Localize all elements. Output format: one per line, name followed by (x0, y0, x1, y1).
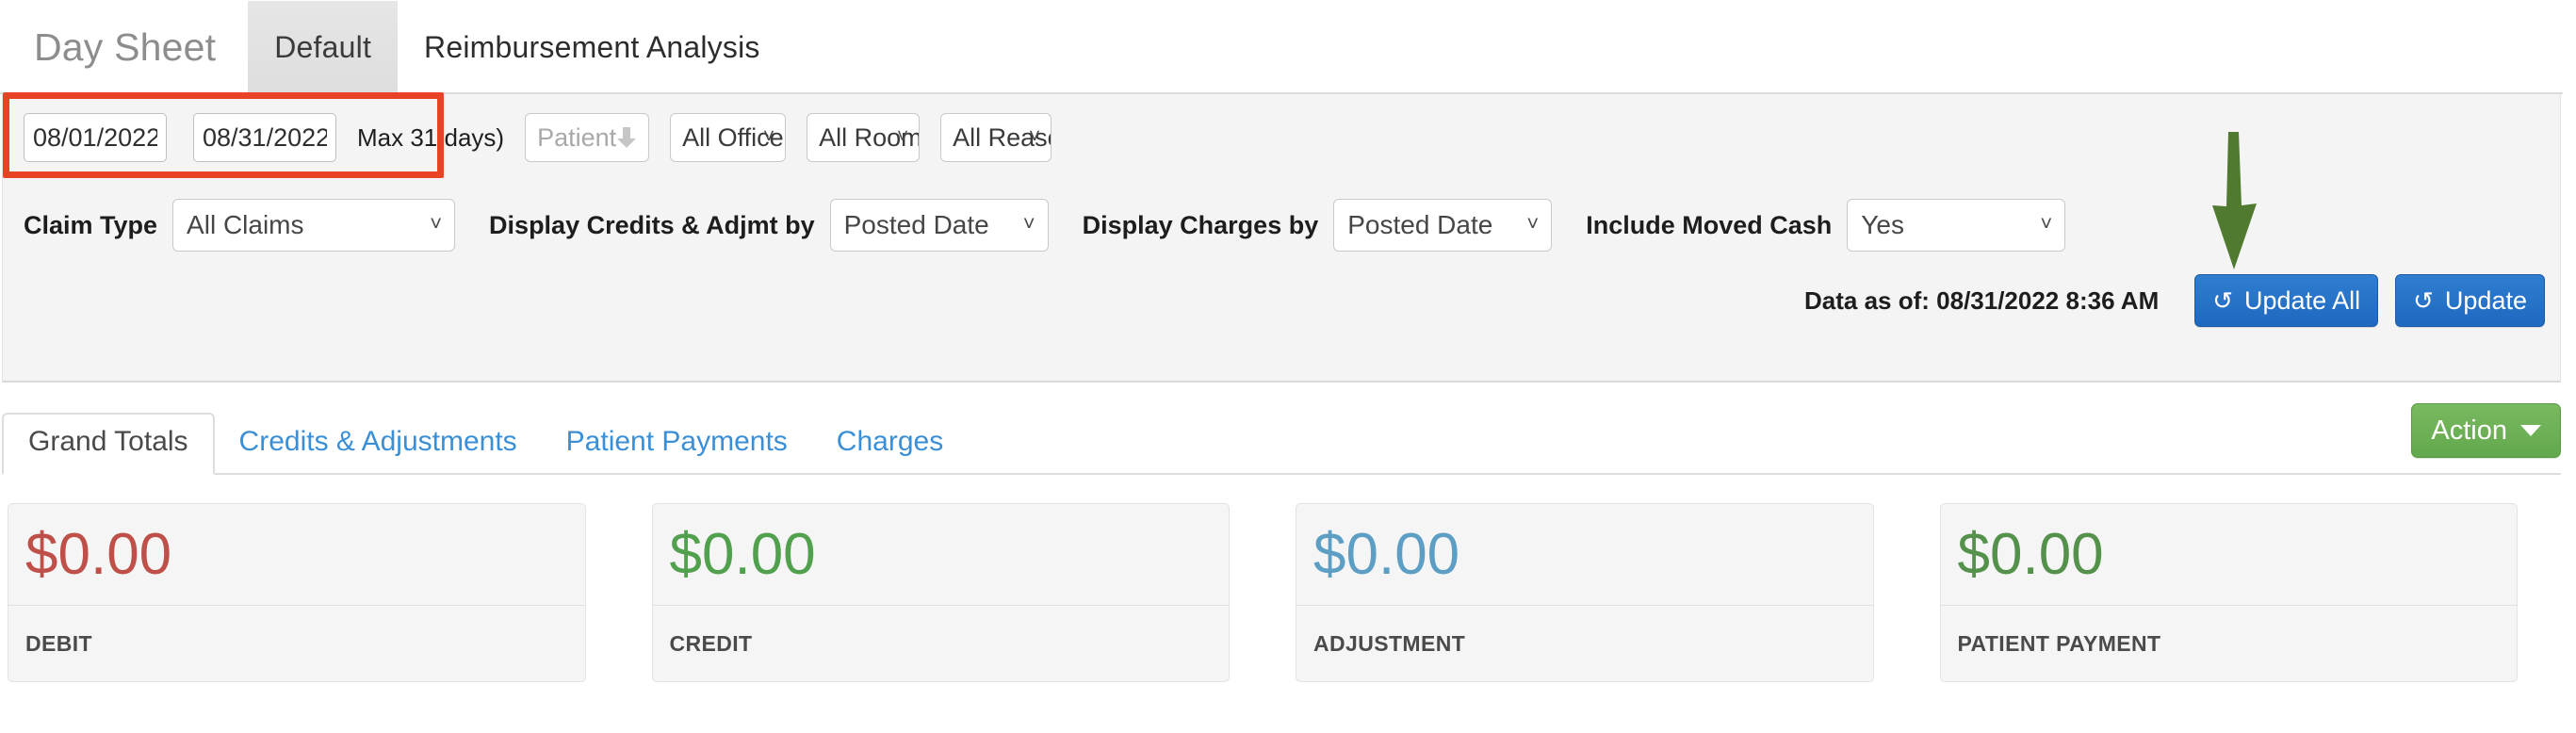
chevron-down-icon: ˅ (2040, 211, 2053, 236)
display-credits-value: Posted Date (843, 210, 989, 239)
display-charges-select[interactable]: Posted Date ˅ (1333, 199, 1553, 252)
reason-select[interactable]: All Reaso ˅ (940, 113, 1052, 162)
filter-row-options: Claim Type All Claims ˅ Display Credits … (3, 185, 2560, 266)
include-moved-cash-value: Yes (1861, 210, 1904, 239)
claim-type-select[interactable]: All Claims ˅ (172, 199, 456, 252)
chevron-down-icon: ˅ (762, 125, 775, 148)
patient-select[interactable]: Patient (525, 113, 650, 162)
content-tabstrip: Grand Totals Credits & Adjustments Patie… (2, 407, 2561, 475)
tab-reimbursement-analysis[interactable]: Reimbursement Analysis (398, 1, 787, 93)
summary-card-adjustment: $0.00 ADJUSTMENT (1296, 503, 1874, 682)
summary-card-value: $0.00 (1296, 504, 1873, 606)
page-title: Day Sheet (34, 24, 217, 69)
claim-type-value: All Claims (187, 210, 304, 239)
update-button-label: Update (2444, 285, 2527, 315)
summary-card-label: CREDIT (669, 630, 753, 656)
date-from-input[interactable] (24, 113, 167, 162)
room-select[interactable]: All Room ˅ (807, 113, 921, 162)
update-all-button[interactable]: ↺ Update All (2194, 274, 2379, 327)
display-credits-select[interactable]: Posted Date ˅ (829, 199, 1049, 252)
summary-card-value: $0.00 (8, 504, 585, 606)
chevron-down-icon: ˅ (430, 211, 443, 236)
tab-default[interactable]: Default (248, 1, 399, 93)
display-charges-label: Display Charges by (1082, 210, 1319, 239)
summary-card-value: $0.00 (652, 504, 1229, 606)
tab-grand-totals[interactable]: Grand Totals (2, 413, 215, 475)
tab-patient-payments[interactable]: Patient Payments (542, 413, 812, 473)
include-moved-cash-select[interactable]: Yes ˅ (1847, 199, 2066, 252)
summary-card-debit: $0.00 DEBIT (8, 503, 586, 682)
chevron-down-icon: ˅ (896, 125, 909, 148)
summary-card-label: ADJUSTMENT (1313, 630, 1466, 656)
refresh-icon: ↺ (2212, 286, 2234, 315)
arrow-down-solid-icon (617, 127, 637, 148)
update-controls: Data as of: 08/31/2022 8:36 AM ↺ Update … (1804, 269, 2545, 332)
display-charges-value: Posted Date (1347, 210, 1493, 239)
update-all-button-label: Update All (2244, 285, 2361, 315)
chevron-down-icon: ˅ (1526, 211, 1540, 236)
tab-charges[interactable]: Charges (812, 413, 968, 473)
office-select[interactable]: All Office ˅ (670, 113, 787, 162)
summary-card-patient-payment: $0.00 PATIENT PAYMENT (1939, 503, 2518, 682)
include-moved-cash-label: Include Moved Cash (1586, 210, 1833, 239)
data-as-of-text: Data as of: 08/31/2022 8:36 AM (1804, 285, 2160, 315)
summary-cards: $0.00 DEBIT $0.00 CREDIT $0.00 ADJUSTMEN… (0, 503, 2576, 682)
day-sheet-page: Day Sheet Default Reimbursement Analysis… (0, 0, 2576, 733)
patient-select-value: Patient (537, 122, 617, 152)
date-to-input[interactable] (193, 113, 336, 162)
action-button-label: Action (2431, 415, 2507, 446)
filter-panel: Max 31 days) Patient All Office ˅ All Ro… (2, 94, 2561, 383)
display-credits-label: Display Credits & Adjmt by (489, 210, 815, 239)
summary-card-label: DEBIT (25, 630, 92, 656)
chevron-down-icon: ˅ (1022, 211, 1035, 236)
tab-credits-adjustments[interactable]: Credits & Adjustments (215, 413, 542, 473)
claim-type-label: Claim Type (24, 210, 158, 239)
max-days-note: Max 31 days) (357, 122, 505, 152)
filter-row-dates: Max 31 days) Patient All Office ˅ All Ro… (3, 94, 2560, 181)
summary-card-value: $0.00 (1940, 504, 2517, 606)
refresh-icon: ↺ (2413, 286, 2434, 315)
action-button[interactable]: Action (2411, 403, 2561, 458)
top-tabstrip: Day Sheet Default Reimbursement Analysis (0, 1, 2563, 94)
chevron-down-icon: ˅ (1028, 125, 1041, 148)
update-button[interactable]: ↺ Update (2395, 274, 2545, 327)
summary-card-label: PATIENT PAYMENT (1957, 630, 2161, 656)
caret-down-icon (2520, 425, 2541, 436)
summary-card-credit: $0.00 CREDIT (651, 503, 1230, 682)
